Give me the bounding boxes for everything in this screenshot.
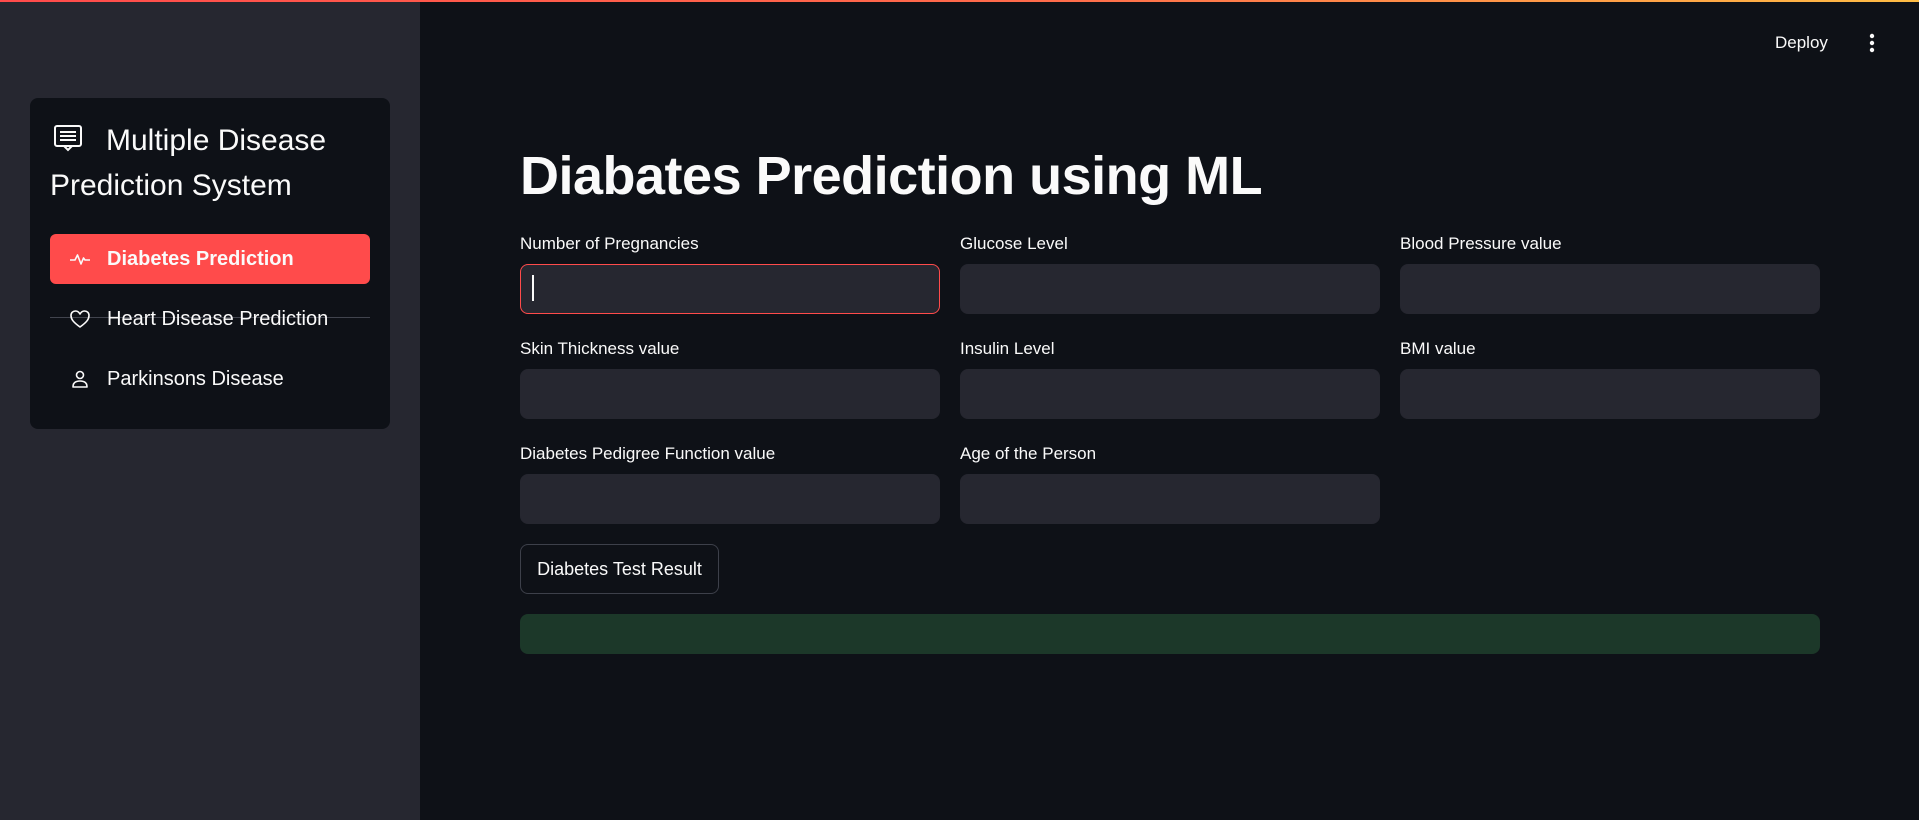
insulin-input[interactable] bbox=[960, 369, 1380, 419]
option-menu: Multiple Disease Prediction System Diabe… bbox=[30, 98, 390, 429]
diabetes-test-result-button[interactable]: Diabetes Test Result bbox=[520, 544, 719, 594]
insulin-label: Insulin Level bbox=[960, 339, 1055, 358]
menu-item-label: Diabetes Prediction bbox=[107, 247, 294, 270]
skin-thickness-label: Skin Thickness value bbox=[520, 339, 680, 358]
pedigree-function-label: Diabetes Pedigree Function value bbox=[520, 444, 776, 463]
bmi-label: BMI value bbox=[1400, 339, 1476, 358]
sidebar: Multiple Disease Prediction System Diabe… bbox=[0, 0, 420, 820]
menu-item-parkinsons-disease[interactable]: Parkinsons Disease bbox=[50, 354, 370, 404]
pregnancies-input[interactable] bbox=[520, 264, 940, 314]
glucose-label: Glucose Level bbox=[960, 234, 1068, 253]
heart-icon bbox=[69, 308, 91, 330]
menu-title: Multiple Disease Prediction System bbox=[50, 124, 327, 202]
age-input[interactable] bbox=[960, 474, 1380, 524]
bmi-input[interactable] bbox=[1400, 369, 1820, 419]
menu-item-label: Parkinsons Disease bbox=[107, 367, 284, 390]
menu-item-diabetes-prediction[interactable]: Diabetes Prediction bbox=[50, 234, 370, 284]
menu-header: Multiple Disease Prediction System bbox=[50, 118, 370, 208]
blood-pressure-input[interactable] bbox=[1400, 264, 1820, 314]
blood-pressure-label: Blood Pressure value bbox=[1400, 234, 1562, 253]
list-window-icon bbox=[52, 122, 84, 154]
pedigree-function-input[interactable] bbox=[520, 474, 940, 524]
deploy-button[interactable]: Deploy bbox=[1775, 30, 1828, 56]
activity-icon bbox=[69, 248, 91, 270]
age-label: Age of the Person bbox=[960, 444, 1097, 463]
glucose-input[interactable] bbox=[960, 264, 1380, 314]
page-title: Diabates Prediction using ML bbox=[520, 146, 1263, 206]
main-menu-icon[interactable] bbox=[1862, 28, 1882, 58]
person-icon bbox=[69, 368, 91, 390]
top-decoration-bar bbox=[0, 0, 1919, 2]
text-caret bbox=[532, 275, 534, 301]
skin-thickness-input[interactable] bbox=[520, 369, 940, 419]
menu-item-label: Heart Disease Prediction bbox=[107, 307, 329, 330]
menu-item-heart-disease-prediction[interactable]: Heart Disease Prediction bbox=[50, 294, 370, 344]
result-success-box bbox=[520, 614, 1820, 654]
pregnancies-label: Number of Pregnancies bbox=[520, 234, 699, 253]
